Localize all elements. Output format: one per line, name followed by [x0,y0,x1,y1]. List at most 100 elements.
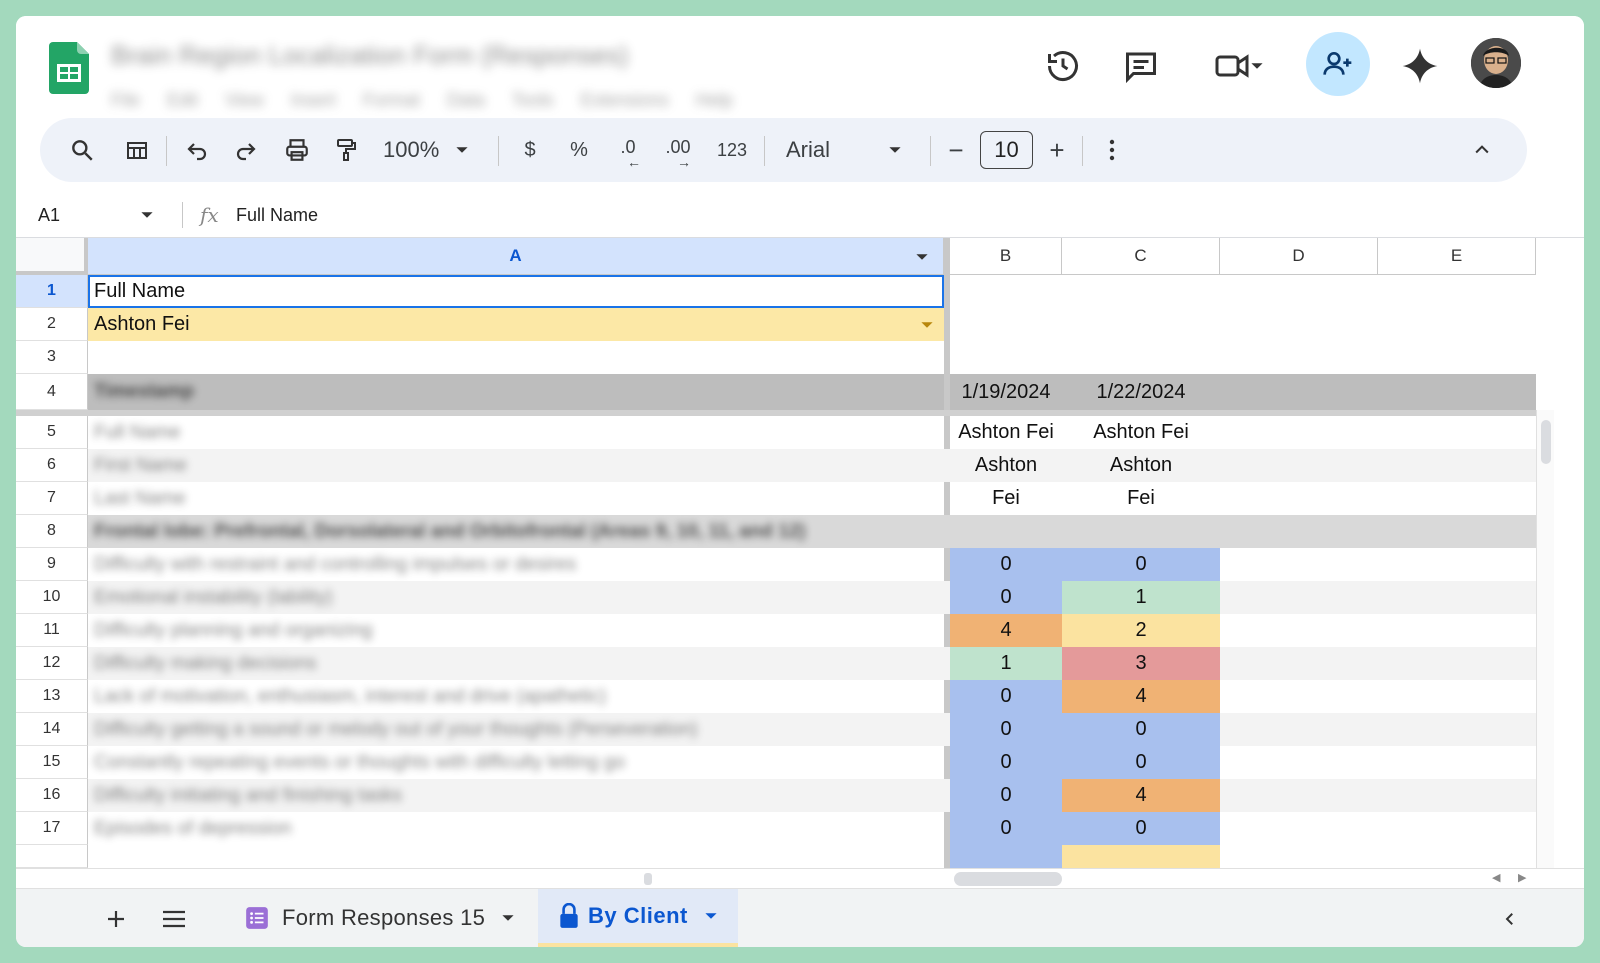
cell-a1[interactable]: Full Name [88,275,944,308]
menu-insert[interactable]: Insert [291,90,336,110]
cell-c10[interactable]: 1 [1062,581,1220,614]
row-header-7[interactable]: 7 [16,482,88,515]
cell-c16[interactable]: 4 [1062,779,1220,812]
menu-format[interactable]: Format [363,90,420,110]
row-header-6[interactable]: 6 [16,449,88,482]
cell-a14[interactable]: Difficulty getting a sound or melody out… [88,713,944,746]
horizontal-scrollbar[interactable]: ◀ ▶ [16,868,1584,888]
redo-button[interactable] [224,118,268,182]
more-options-button[interactable] [1092,118,1132,182]
column-header-a[interactable]: A [88,238,944,275]
collapse-sidepanel-button[interactable] [1492,901,1528,937]
menu-tools[interactable]: Tools [512,90,554,110]
select-all-corner[interactable] [16,238,88,275]
chevron-down-icon[interactable] [915,250,929,264]
document-title[interactable]: Brain Region Localization Form (Response… [111,40,628,71]
row-header-9[interactable]: 9 [16,548,88,581]
row-header-14[interactable]: 14 [16,713,88,746]
row-header-10[interactable]: 10 [16,581,88,614]
sheet-tab-form-responses[interactable]: Form Responses 15 [234,889,534,947]
format-percent-button[interactable]: % [557,118,601,182]
vertical-scrollbar[interactable] [1536,410,1554,868]
chevron-down-icon[interactable] [920,318,934,332]
cell-c9[interactable]: 0 [1062,548,1220,581]
row-header-13[interactable]: 13 [16,680,88,713]
add-sheet-button[interactable] [96,899,136,939]
gemini-button[interactable] [1396,42,1444,90]
cell-b7[interactable]: Fei [950,482,1062,515]
scroll-left-icon[interactable]: ◀ [1492,871,1500,884]
format-currency-button[interactable]: $ [508,118,552,182]
tables-button[interactable] [115,118,159,182]
cell-c13[interactable]: 4 [1062,680,1220,713]
cell-c17[interactable]: 0 [1062,812,1220,845]
decrease-decimal-button[interactable]: .0 ← [606,118,650,182]
all-sheets-button[interactable] [154,899,194,939]
cell-a10[interactable]: Emotional instability (lability) [88,581,944,614]
cell-c5[interactable]: Ashton Fei [1062,416,1220,449]
font-size-input[interactable]: 10 [980,131,1033,169]
meet-button[interactable] [1204,42,1274,90]
row-header-4[interactable]: 4 [16,374,88,410]
cell-b14[interactable]: 0 [950,713,1062,746]
column-header-b[interactable]: B [950,238,1062,275]
scroll-right-icon[interactable]: ▶ [1518,871,1526,884]
comments-button[interactable] [1117,42,1165,90]
cell-a8[interactable]: Frontal lobe: Prefrontal, Dorsolateral a… [88,515,944,548]
column-header-c[interactable]: C [1062,238,1220,275]
cell-a16[interactable]: Difficulty initiating and finishing task… [88,779,944,812]
column-header-e[interactable]: E [1378,238,1536,275]
row-header-12[interactable]: 12 [16,647,88,680]
menu-data[interactable]: Data [447,90,485,110]
collapse-toolbar-button[interactable] [1462,118,1502,182]
cell-a17[interactable]: Episodes of depression [88,812,944,845]
row-header-18[interactable] [16,845,88,868]
cell-b17[interactable]: 0 [950,812,1062,845]
sheets-logo-icon[interactable] [49,42,89,94]
cell-a7[interactable]: Last Name [88,482,944,515]
cell-c6[interactable]: Ashton [1062,449,1220,482]
cell-c15[interactable]: 0 [1062,746,1220,779]
cell-b9[interactable]: 0 [950,548,1062,581]
cell-a5[interactable]: Full Name [88,416,944,449]
cell-c7[interactable]: Fei [1062,482,1220,515]
row-header-2[interactable]: 2 [16,308,88,341]
cell-a6[interactable]: First Name [88,449,944,482]
cell-b15[interactable]: 0 [950,746,1062,779]
cell-a9[interactable]: Difficulty with restraint and controllin… [88,548,944,581]
cell-a4[interactable]: Timestamp [88,374,944,410]
increase-font-size-button[interactable]: + [1038,118,1076,182]
cell-c18[interactable] [1062,845,1220,868]
cell-c12[interactable]: 3 [1062,647,1220,680]
row-header-5[interactable]: 5 [16,416,88,449]
cell-a15[interactable]: Constantly repeating events or thoughts … [88,746,944,779]
undo-button[interactable] [175,118,219,182]
cell-b10[interactable]: 0 [950,581,1062,614]
row-header-11[interactable]: 11 [16,614,88,647]
cell-b16[interactable]: 0 [950,779,1062,812]
cell-c14[interactable]: 0 [1062,713,1220,746]
row-header-3[interactable]: 3 [16,341,88,374]
cell-a13[interactable]: Lack of motivation, enthusiasm, interest… [88,680,944,713]
cell-a2[interactable]: Ashton Fei [88,308,944,341]
cell-b5[interactable]: Ashton Fei [950,416,1062,449]
menu-extensions[interactable]: Extensions [581,90,669,110]
cell-b13[interactable]: 0 [950,680,1062,713]
print-button[interactable] [275,118,319,182]
menu-edit[interactable]: Edit [167,90,198,110]
formula-input[interactable]: Full Name [236,205,318,226]
sheet-tab-by-client[interactable]: By Client [538,889,738,947]
menu-file[interactable]: File [111,90,140,110]
increase-decimal-button[interactable]: .00 → [656,118,700,182]
version-history-button[interactable] [1039,42,1087,90]
name-box[interactable]: A1 [30,192,170,238]
more-formats-button[interactable]: 123 [708,118,756,182]
paint-format-button[interactable] [324,118,368,182]
cell-a12[interactable]: Difficulty making decisions [88,647,944,680]
cell-c4[interactable]: 1/22/2024 [1062,374,1220,410]
zoom-select[interactable]: 100% [383,118,488,182]
vertical-scroll-thumb[interactable] [1541,420,1551,464]
column-header-d[interactable]: D [1220,238,1378,275]
horizontal-scroll-thumb-left[interactable] [644,873,652,885]
cell-c11[interactable]: 2 [1062,614,1220,647]
